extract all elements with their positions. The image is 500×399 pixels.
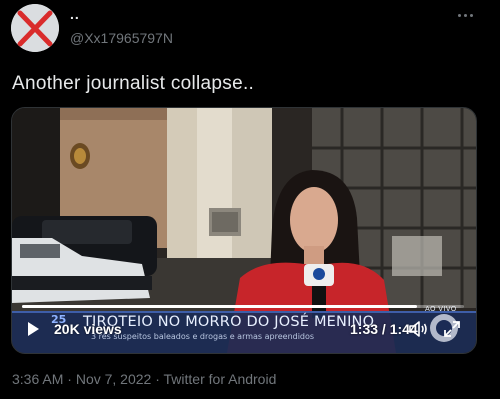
avatar[interactable] bbox=[11, 4, 59, 52]
volume-icon[interactable] bbox=[408, 320, 428, 338]
more-options-icon[interactable] bbox=[455, 8, 475, 22]
tweet-card: .. @Xx17965797N Another journalist colla… bbox=[0, 0, 500, 399]
tweet-meta: 3:36 AM · Nov 7, 2022 · Twitter for Andr… bbox=[12, 370, 276, 388]
meta-separator: · bbox=[155, 371, 160, 387]
tweet-text: Another journalist collapse.. bbox=[12, 73, 255, 94]
video-progress-bar[interactable] bbox=[22, 305, 464, 308]
author-handle[interactable]: @Xx17965797N bbox=[70, 29, 173, 47]
video-player[interactable]: 25 TIROTEIO NO MORRO DO JOSÉ MENINO 3 ré… bbox=[11, 107, 477, 354]
meta-separator: · bbox=[67, 371, 72, 387]
tweet-source[interactable]: Twitter for Android bbox=[164, 371, 277, 387]
play-icon[interactable] bbox=[25, 321, 41, 337]
broadcast-subline: 3 rés suspeitos baleados e drogas e arma… bbox=[91, 332, 315, 341]
video-progress-fill bbox=[22, 305, 418, 308]
tweet-date[interactable]: Nov 7, 2022 bbox=[76, 371, 152, 387]
fullscreen-icon[interactable] bbox=[443, 320, 461, 338]
red-x-avatar-icon bbox=[11, 4, 59, 52]
broadcast-headline: TIROTEIO NO MORRO DO JOSÉ MENINO bbox=[83, 314, 375, 330]
view-count: 20K views bbox=[54, 321, 122, 337]
author-display-name[interactable]: .. bbox=[70, 6, 80, 22]
tweet-time[interactable]: 3:36 AM bbox=[12, 371, 63, 387]
